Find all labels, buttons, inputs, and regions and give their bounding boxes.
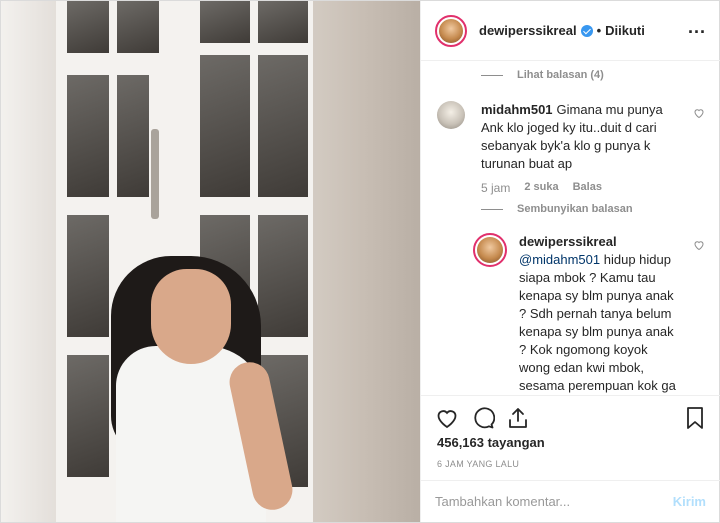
door-pane [254, 51, 312, 201]
reply-author-avatar[interactable] [473, 233, 507, 267]
comment-likes[interactable]: 2 suka [524, 181, 558, 195]
door-pane [63, 71, 113, 201]
post-video[interactable] [1, 1, 420, 522]
reply-item: dewiperssikreal @midahm501 hidup hidup s… [473, 233, 705, 395]
comment-item: midahm501 Gimana mu punya Ank klo joged k… [437, 101, 705, 201]
door-handle [151, 129, 159, 219]
bookmark-icon[interactable] [683, 406, 707, 430]
commenter-username[interactable]: midahm501 [481, 102, 553, 117]
author-username[interactable]: dewiperssikreal [479, 23, 577, 38]
reply-content: hidup hidup siapa mbok ? Kamu tau kenapa… [519, 252, 676, 393]
door-pane [63, 1, 113, 57]
post-header: dewiperssikreal • Diikuti ... [421, 1, 720, 61]
header-separator: • [596, 23, 602, 38]
add-comment-bar: Kirim [421, 480, 720, 522]
comment-time[interactable]: 5 jam [481, 181, 510, 195]
door-pane [113, 71, 153, 201]
commenter-avatar[interactable] [437, 101, 465, 129]
post-side-panel: dewiperssikreal • Diikuti ... Lihat bala… [420, 1, 720, 522]
like-comment-heart-icon[interactable] [693, 107, 705, 119]
door-pane [113, 1, 163, 57]
view-replies-label: Lihat balasan (4) [517, 69, 604, 81]
door-pane [63, 351, 113, 481]
comment-bubble-icon[interactable] [471, 406, 495, 430]
door-pane [254, 211, 312, 341]
hide-replies-button[interactable]: Sembunyikan balasan [481, 203, 633, 215]
background-pillar [313, 1, 420, 522]
door-pane [196, 1, 254, 47]
hide-replies-label: Sembunyikan balasan [517, 203, 633, 215]
post-comment-button[interactable]: Kirim [673, 494, 706, 509]
share-icon[interactable] [506, 406, 530, 430]
door-pane [254, 1, 312, 47]
author-avatar[interactable] [435, 14, 467, 47]
more-options-icon[interactable]: ... [688, 18, 706, 36]
reply-button[interactable]: Balas [573, 181, 602, 195]
reply-author-username[interactable]: dewiperssikreal [519, 234, 617, 249]
reply-text: dewiperssikreal @midahm501 hidup hidup s… [519, 233, 679, 395]
replies-divider-line [481, 208, 503, 210]
door-pane [196, 51, 254, 201]
follow-status-button[interactable]: Diikuti [605, 23, 645, 38]
view-replies-button[interactable]: Lihat balasan (4) [481, 69, 604, 81]
view-count[interactable]: 456,163 tayangan [437, 435, 545, 450]
post-timestamp: 6 JAM YANG LALU [437, 459, 520, 469]
like-heart-icon[interactable] [435, 406, 459, 430]
like-reply-heart-icon[interactable] [693, 239, 705, 251]
person-face [151, 269, 231, 364]
reply-mention-link[interactable]: @midahm501 [519, 252, 600, 267]
comment-text: midahm501 Gimana mu punya Ank klo joged k… [481, 101, 677, 173]
replies-divider-line [481, 74, 503, 76]
door-pane [63, 211, 113, 341]
comments-list[interactable]: Lihat balasan (4) midahm501 Gimana mu pun… [421, 61, 720, 395]
comment-meta: 5 jam 2 suka Balas [481, 181, 602, 195]
verified-badge-icon [580, 24, 593, 37]
comment-input[interactable] [435, 494, 673, 509]
background-wall [1, 1, 61, 522]
